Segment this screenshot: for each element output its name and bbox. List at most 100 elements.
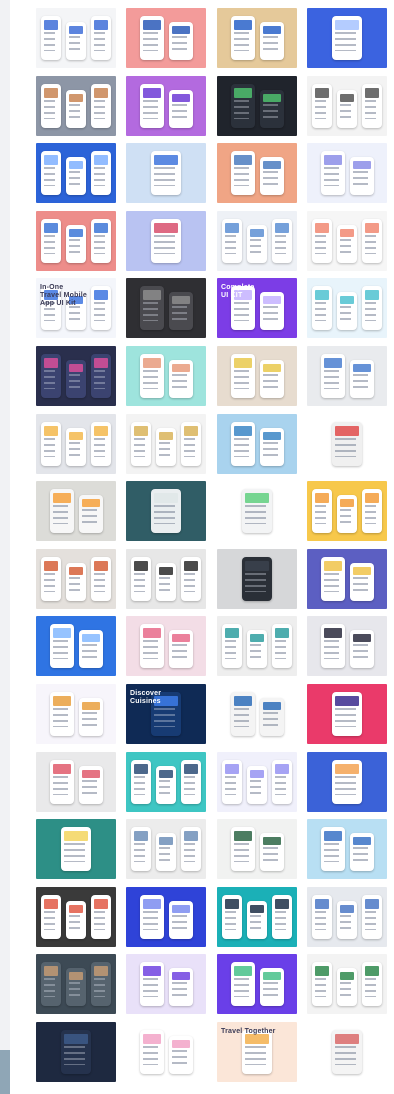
gallery-thumbnail[interactable] (307, 684, 387, 744)
mockup-screen (49, 692, 74, 736)
mockup-screen (349, 157, 374, 195)
gallery-thumbnail[interactable] (126, 211, 206, 271)
gallery-thumbnail[interactable] (36, 8, 116, 68)
mockup-screen (66, 360, 86, 398)
mockup-screen (41, 354, 61, 398)
gallery-thumbnail[interactable] (126, 819, 206, 879)
gallery-thumbnail[interactable] (307, 143, 387, 203)
gallery-thumbnail[interactable] (126, 954, 206, 1014)
gallery-thumbnail[interactable] (217, 549, 297, 609)
gallery-thumbnail[interactable] (307, 76, 387, 136)
ui-kit-gallery-grid: In-One Travel Mobile App UI Kit Complete UI … (36, 8, 390, 1088)
gallery-thumbnail[interactable] (126, 481, 206, 541)
mockup-screen (139, 16, 164, 60)
gallery-thumbnail[interactable] (126, 887, 206, 947)
gallery-thumbnail[interactable] (36, 211, 116, 271)
mockup-screen (66, 90, 86, 128)
gallery-thumbnail[interactable] (36, 887, 116, 947)
gallery-thumbnail[interactable] (36, 76, 116, 136)
gallery-thumbnail[interactable] (36, 616, 116, 676)
gallery-thumbnail[interactable] (126, 752, 206, 812)
mockup-screen (91, 84, 111, 128)
gallery-thumbnail[interactable] (307, 211, 387, 271)
mockup-screen (222, 219, 242, 263)
scroll-position-badge[interactable] (0, 1050, 10, 1094)
gallery-thumbnail[interactable] (36, 819, 116, 879)
gallery-thumbnail[interactable] (217, 887, 297, 947)
gallery-thumbnail[interactable] (36, 414, 116, 474)
gallery-thumbnail[interactable] (217, 76, 297, 136)
gallery-thumbnail[interactable] (217, 8, 297, 68)
mockup-screen (41, 895, 61, 939)
gallery-thumbnail[interactable] (307, 481, 387, 541)
mockup-screen (181, 557, 201, 601)
mockup-screen (66, 968, 86, 1006)
gallery-thumbnail[interactable] (36, 143, 116, 203)
mockup-screen (66, 225, 86, 263)
mockup-screen (337, 968, 357, 1006)
mockup-screen (259, 428, 284, 466)
gallery-thumbnail[interactable] (126, 1022, 206, 1082)
mockup-screen (131, 760, 151, 804)
mockup-screen (362, 84, 382, 128)
gallery-thumbnail[interactable] (307, 414, 387, 474)
gallery-thumbnail[interactable] (126, 414, 206, 474)
gallery-thumbnail[interactable]: Complete UI KIT (217, 278, 297, 338)
mockup-screen (49, 624, 74, 668)
gallery-thumbnail[interactable] (307, 752, 387, 812)
gallery-thumbnail[interactable] (307, 8, 387, 68)
gallery-thumbnail[interactable] (36, 684, 116, 744)
mockup-screen (259, 360, 284, 398)
gallery-thumbnail[interactable] (217, 346, 297, 406)
gallery-thumbnail[interactable] (126, 278, 206, 338)
mockup-screen (320, 624, 345, 668)
mockup-screen (78, 698, 103, 736)
gallery-thumbnail[interactable] (217, 954, 297, 1014)
gallery-thumbnail[interactable] (217, 143, 297, 203)
gallery-thumbnail[interactable] (126, 549, 206, 609)
gallery-thumbnail[interactable] (36, 1022, 116, 1082)
mockup-screen (168, 1036, 193, 1074)
gallery-thumbnail[interactable] (307, 616, 387, 676)
mockup-screen (139, 1030, 164, 1074)
mockup-screen (312, 84, 332, 128)
gallery-thumbnail[interactable] (36, 549, 116, 609)
gallery-thumbnail[interactable] (126, 8, 206, 68)
gallery-thumbnail[interactable] (217, 211, 297, 271)
gallery-thumbnail[interactable]: In-One Travel Mobile App UI Kit (36, 278, 116, 338)
gallery-thumbnail[interactable] (217, 752, 297, 812)
gallery-thumbnail[interactable] (307, 887, 387, 947)
gallery-thumbnail[interactable] (217, 684, 297, 744)
gallery-thumbnail[interactable] (307, 549, 387, 609)
mockup-screen (337, 90, 357, 128)
gallery-thumbnail[interactable] (307, 346, 387, 406)
mockup-screen (247, 766, 267, 804)
gallery-thumbnail[interactable] (307, 278, 387, 338)
gallery-thumbnail[interactable] (36, 954, 116, 1014)
thumbnail-caption: UI KIT (221, 292, 243, 299)
gallery-thumbnail[interactable] (217, 414, 297, 474)
gallery-thumbnail[interactable] (307, 819, 387, 879)
gallery-thumbnail[interactable] (307, 954, 387, 1014)
gallery-thumbnail[interactable] (217, 481, 297, 541)
gallery-thumbnail[interactable] (126, 346, 206, 406)
gallery-thumbnail[interactable] (36, 346, 116, 406)
gallery-thumbnail[interactable] (217, 819, 297, 879)
mockup-screen (91, 219, 111, 263)
mockup-screen (337, 901, 357, 939)
gallery-thumbnail[interactable] (217, 616, 297, 676)
gallery-thumbnail[interactable] (307, 1022, 387, 1082)
mockup-screen (320, 557, 345, 601)
gallery-thumbnail[interactable] (126, 76, 206, 136)
gallery-thumbnail[interactable]: Discover Cuisines (126, 684, 206, 744)
mockup-screen (259, 292, 284, 330)
mockup-screen (139, 962, 164, 1006)
gallery-thumbnail[interactable] (36, 752, 116, 812)
gallery-thumbnail[interactable] (126, 616, 206, 676)
gallery-thumbnail[interactable] (36, 481, 116, 541)
gallery-thumbnail[interactable] (126, 143, 206, 203)
mockup-screen (247, 901, 267, 939)
thumbnail-caption: Travel Mobile (40, 292, 87, 299)
gallery-thumbnail[interactable]: Travel Together (217, 1022, 297, 1082)
mockup-screen (349, 563, 374, 601)
